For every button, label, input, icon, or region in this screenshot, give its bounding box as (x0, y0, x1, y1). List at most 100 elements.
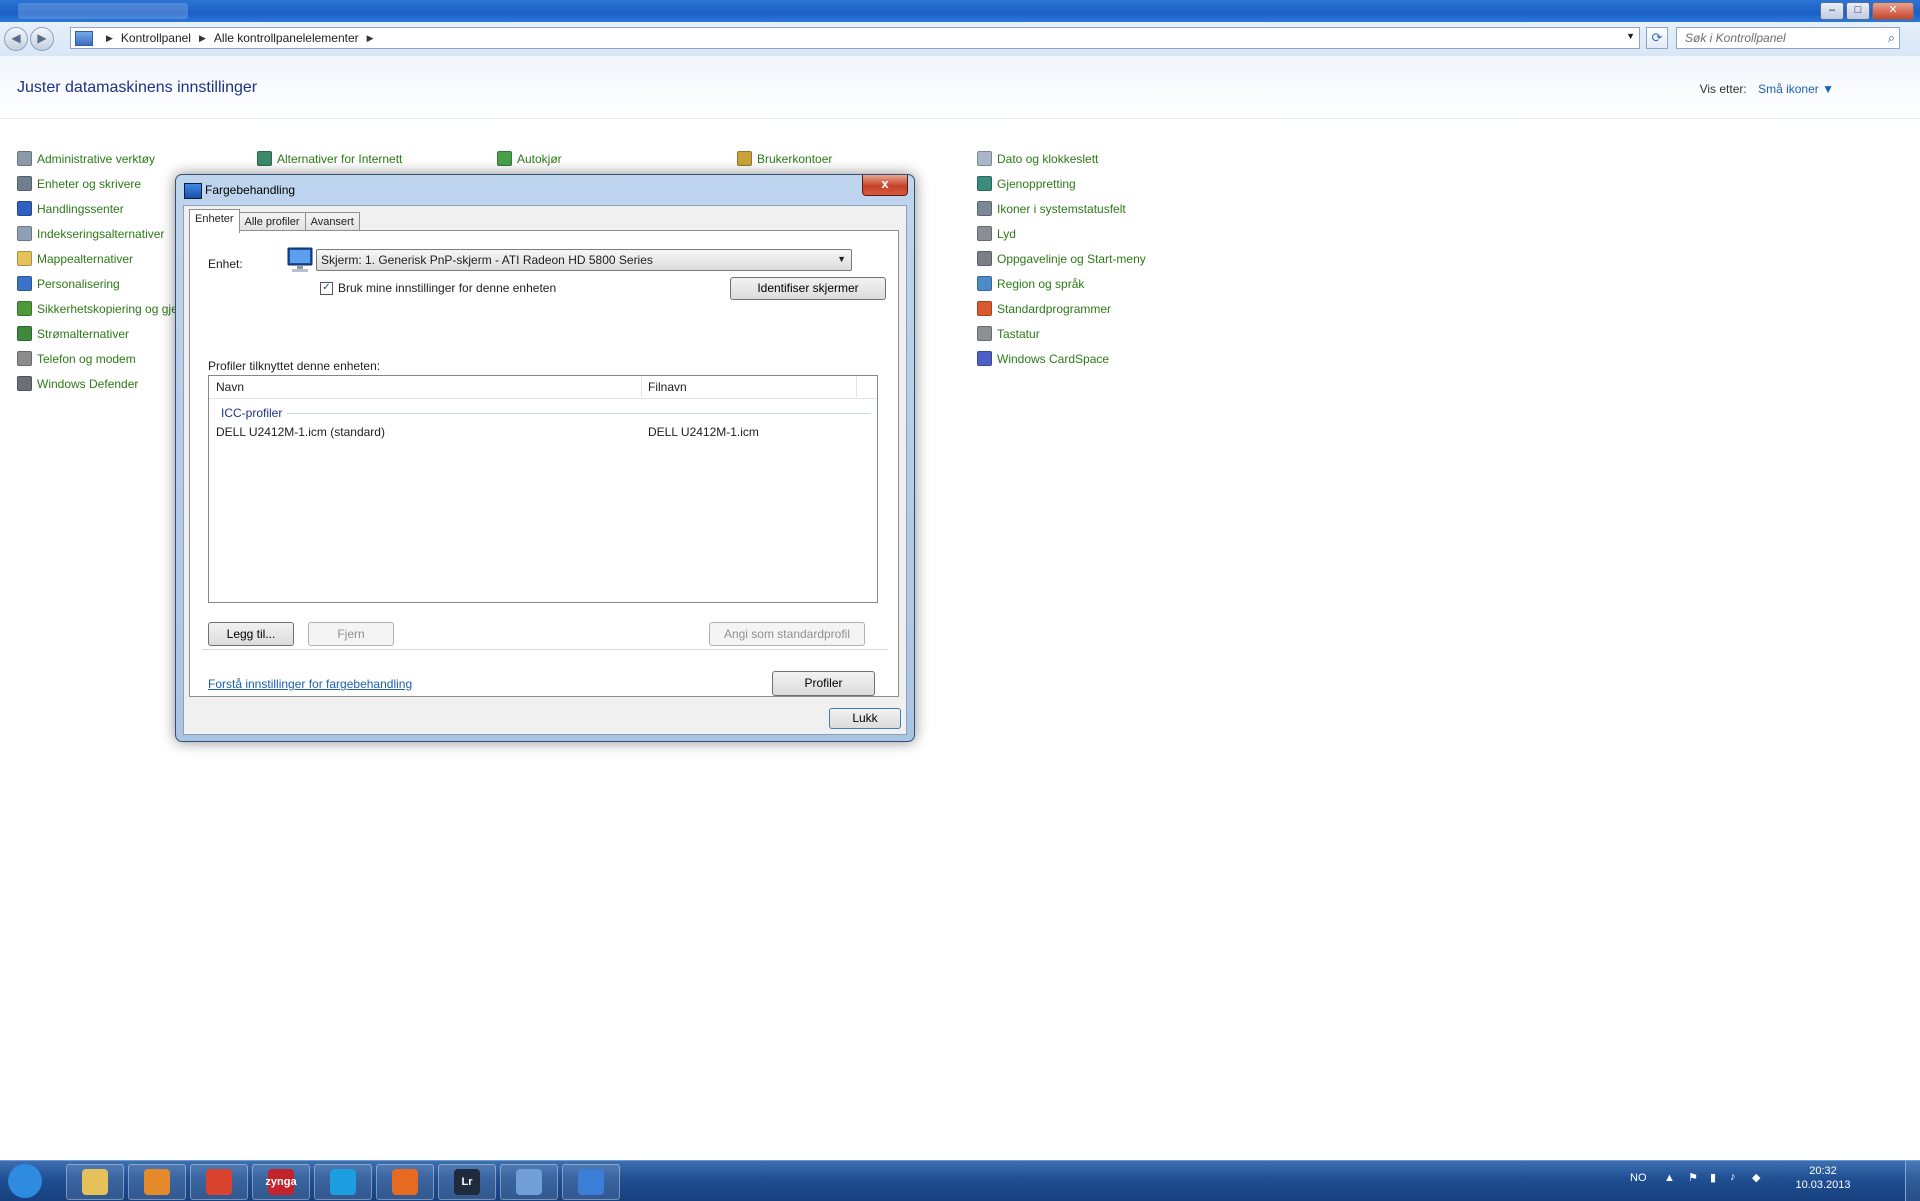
search-icon[interactable]: ⌕ (1888, 30, 1895, 46)
defender-icon (17, 376, 32, 391)
cp-item-standardprogrammer[interactable]: Standardprogrammer (977, 296, 1146, 321)
maximize-button[interactable]: □ (1846, 2, 1870, 20)
zynga-icon[interactable]: zynga (252, 1164, 310, 1200)
default-programs-icon (977, 301, 992, 316)
search-input[interactable]: Søk i Kontrollpanel ⌕ (1676, 27, 1900, 49)
cp-item-dato-og-klokkeslett[interactable]: Dato og klokkeslett (977, 146, 1146, 171)
dropbox-icon[interactable]: ◆ (1752, 1171, 1760, 1184)
cp-item-label: Oppgavelinje og Start-meny (997, 251, 1146, 266)
add-profile-button[interactable]: Legg til... (208, 622, 294, 646)
cp-item-label: Personalisering (37, 276, 120, 291)
profile-filename: DELL U2412M-1.icm (648, 425, 759, 439)
breadcrumb-alle-elementer[interactable]: Alle kontrollpanelelementer (214, 31, 359, 45)
action-center-flag-icon[interactable]: ⚑ (1688, 1171, 1698, 1184)
profiles-button[interactable]: Profiler (772, 671, 875, 696)
breadcrumb-chevron-icon[interactable]: ▶ (367, 33, 374, 44)
cp-item-administrative-verktøy[interactable]: Administrative verktøy (17, 146, 238, 171)
media-player-icon[interactable] (128, 1164, 186, 1200)
dialog-close-button[interactable]: x (862, 175, 908, 196)
chrome-icon[interactable] (190, 1164, 248, 1200)
refresh-button[interactable]: ⟳ (1646, 27, 1668, 49)
window-controls: – □ ✕ (1820, 2, 1914, 20)
taskbar: zynga Lr NO ▲ ⚑ ▮ ♪ ◆ 20:32 10.03.2013 (0, 1160, 1920, 1201)
cp-item-oppgavelinje-og-start-meny[interactable]: Oppgavelinje og Start-meny (977, 246, 1146, 271)
cp-item-region-og-språk[interactable]: Region og språk (977, 271, 1146, 296)
cp-item-windows-cardspace[interactable]: Windows CardSpace (977, 346, 1146, 371)
tab-enheter[interactable]: Enheter (189, 209, 240, 233)
cp-item-label: Telefon og modem (37, 351, 136, 366)
identify-monitors-button[interactable]: Identifiser skjermer (730, 277, 886, 300)
clock[interactable]: 20:32 10.03.2013 (1788, 1165, 1858, 1191)
cp-item-alternativer-for-internett[interactable]: Alternativer for Internett (257, 146, 402, 171)
tools-icon (17, 151, 32, 166)
control-panel-icon[interactable] (500, 1164, 558, 1200)
column-header-name[interactable]: Navn (216, 380, 244, 394)
volume-icon[interactable]: ♪ (1730, 1171, 1736, 1183)
cp-item-autokjør[interactable]: Autokjør (497, 146, 562, 171)
cp-item-label: Autokjør (517, 151, 562, 166)
dialog-title: Fargebehandling (205, 183, 296, 197)
folder-icon (17, 251, 32, 266)
cp-item-label: Administrative verktøy (37, 151, 156, 166)
show-hidden-icons-icon[interactable]: ▲ (1664, 1172, 1675, 1184)
cp-item-label: Dato og klokkeslett (997, 151, 1099, 166)
cp-item-label: Alternativer for Internett (277, 151, 403, 166)
device-select-value: Skjerm: 1. Generisk PnP-skjerm - ATI Rad… (321, 253, 653, 267)
printer-icon (17, 176, 32, 191)
cp-item-lyd[interactable]: Lyd (977, 221, 1146, 246)
column-header-filename[interactable]: Filnavn (648, 380, 687, 394)
control-panel-icon (75, 30, 93, 46)
clock-icon (977, 151, 992, 166)
network-icon[interactable]: ▮ (1710, 1171, 1716, 1184)
breadcrumb-kontrollpanel[interactable]: Kontrollpanel (121, 31, 191, 45)
clock-time: 20:32 (1809, 1165, 1837, 1177)
minimize-button[interactable]: – (1820, 2, 1844, 20)
language-indicator[interactable]: NO (1630, 1172, 1647, 1184)
cp-item-brukerkontoer[interactable]: Brukerkontoer (737, 146, 832, 171)
help-link[interactable]: Forstå innstillinger for fargebehandling (208, 677, 412, 691)
use-settings-label: Bruk mine innstillinger for denne enhete… (338, 281, 557, 295)
remove-profile-button[interactable]: Fjern (308, 622, 394, 646)
profiles-list[interactable]: Navn Filnavn ICC-profiler DELL U2412M-1.… (208, 375, 878, 603)
control-panel-header: Juster datamaskinens innstillinger Vis e… (0, 56, 1920, 119)
power-icon (17, 326, 32, 341)
cp-item-tastatur[interactable]: Tastatur (977, 321, 1146, 346)
use-settings-row: ✓ Bruk mine innstillinger for denne enhe… (320, 281, 556, 295)
list-header: Navn Filnavn (209, 376, 877, 399)
cp-item-gjenoppretting[interactable]: Gjenoppretting (977, 171, 1146, 196)
set-default-profile-button[interactable]: Angi som standardprofil (709, 622, 865, 646)
breadcrumb-chevron-icon[interactable]: ▶ (106, 33, 113, 44)
back-button[interactable]: ◀ (4, 27, 28, 51)
speaker-icon (977, 226, 992, 241)
explorer-icon[interactable] (66, 1164, 124, 1200)
start-button[interactable] (4, 1164, 46, 1198)
close-dialog-button[interactable]: Lukk (829, 708, 901, 729)
skype-icon[interactable] (314, 1164, 372, 1200)
cp-item-ikoner-i-systemstatusfelt[interactable]: Ikoner i systemstatusfelt (977, 196, 1146, 221)
cp-item-label: Indekseringsalternativer (37, 226, 165, 241)
color-management-icon (184, 183, 202, 199)
autoplay-icon (497, 151, 512, 166)
color-management-dialog: Fargebehandling x Enheter Alle profiler … (175, 174, 915, 742)
lightroom-icon[interactable]: Lr (438, 1164, 496, 1200)
close-window-button[interactable]: ✕ (1872, 2, 1914, 20)
use-settings-checkbox[interactable]: ✓ (320, 281, 333, 295)
address-bar[interactable]: ▶ Kontrollpanel ▶ Alle kontrollpanelelem… (70, 27, 1640, 49)
table-row[interactable]: DELL U2412M-1.icm (standard) DELL U2412M… (216, 425, 866, 439)
clock-date: 10.03.2013 (1795, 1179, 1851, 1191)
forward-button[interactable]: ▶ (30, 27, 54, 51)
window-tab[interactable] (18, 3, 188, 19)
address-history-dropdown-icon[interactable]: ▼ (1626, 31, 1635, 41)
color-management-icon[interactable] (562, 1164, 620, 1200)
breadcrumb-chevron-icon[interactable]: ▶ (199, 33, 206, 44)
cp-item-label: Tastatur (997, 326, 1040, 341)
view-by-dropdown[interactable]: Små ikoner ▼ (1758, 82, 1834, 96)
device-select[interactable]: Skjerm: 1. Generisk PnP-skjerm - ATI Rad… (316, 249, 852, 271)
firefox-icon[interactable] (376, 1164, 434, 1200)
cp-column-4: Brukerkontoer (737, 146, 832, 171)
group-header: ICC-profiler (221, 406, 871, 420)
show-desktop-button[interactable] (1905, 1161, 1920, 1201)
recovery-icon (977, 176, 992, 191)
cardspace-icon (977, 351, 992, 366)
cp-item-label: Ikoner i systemstatusfelt (997, 201, 1126, 216)
